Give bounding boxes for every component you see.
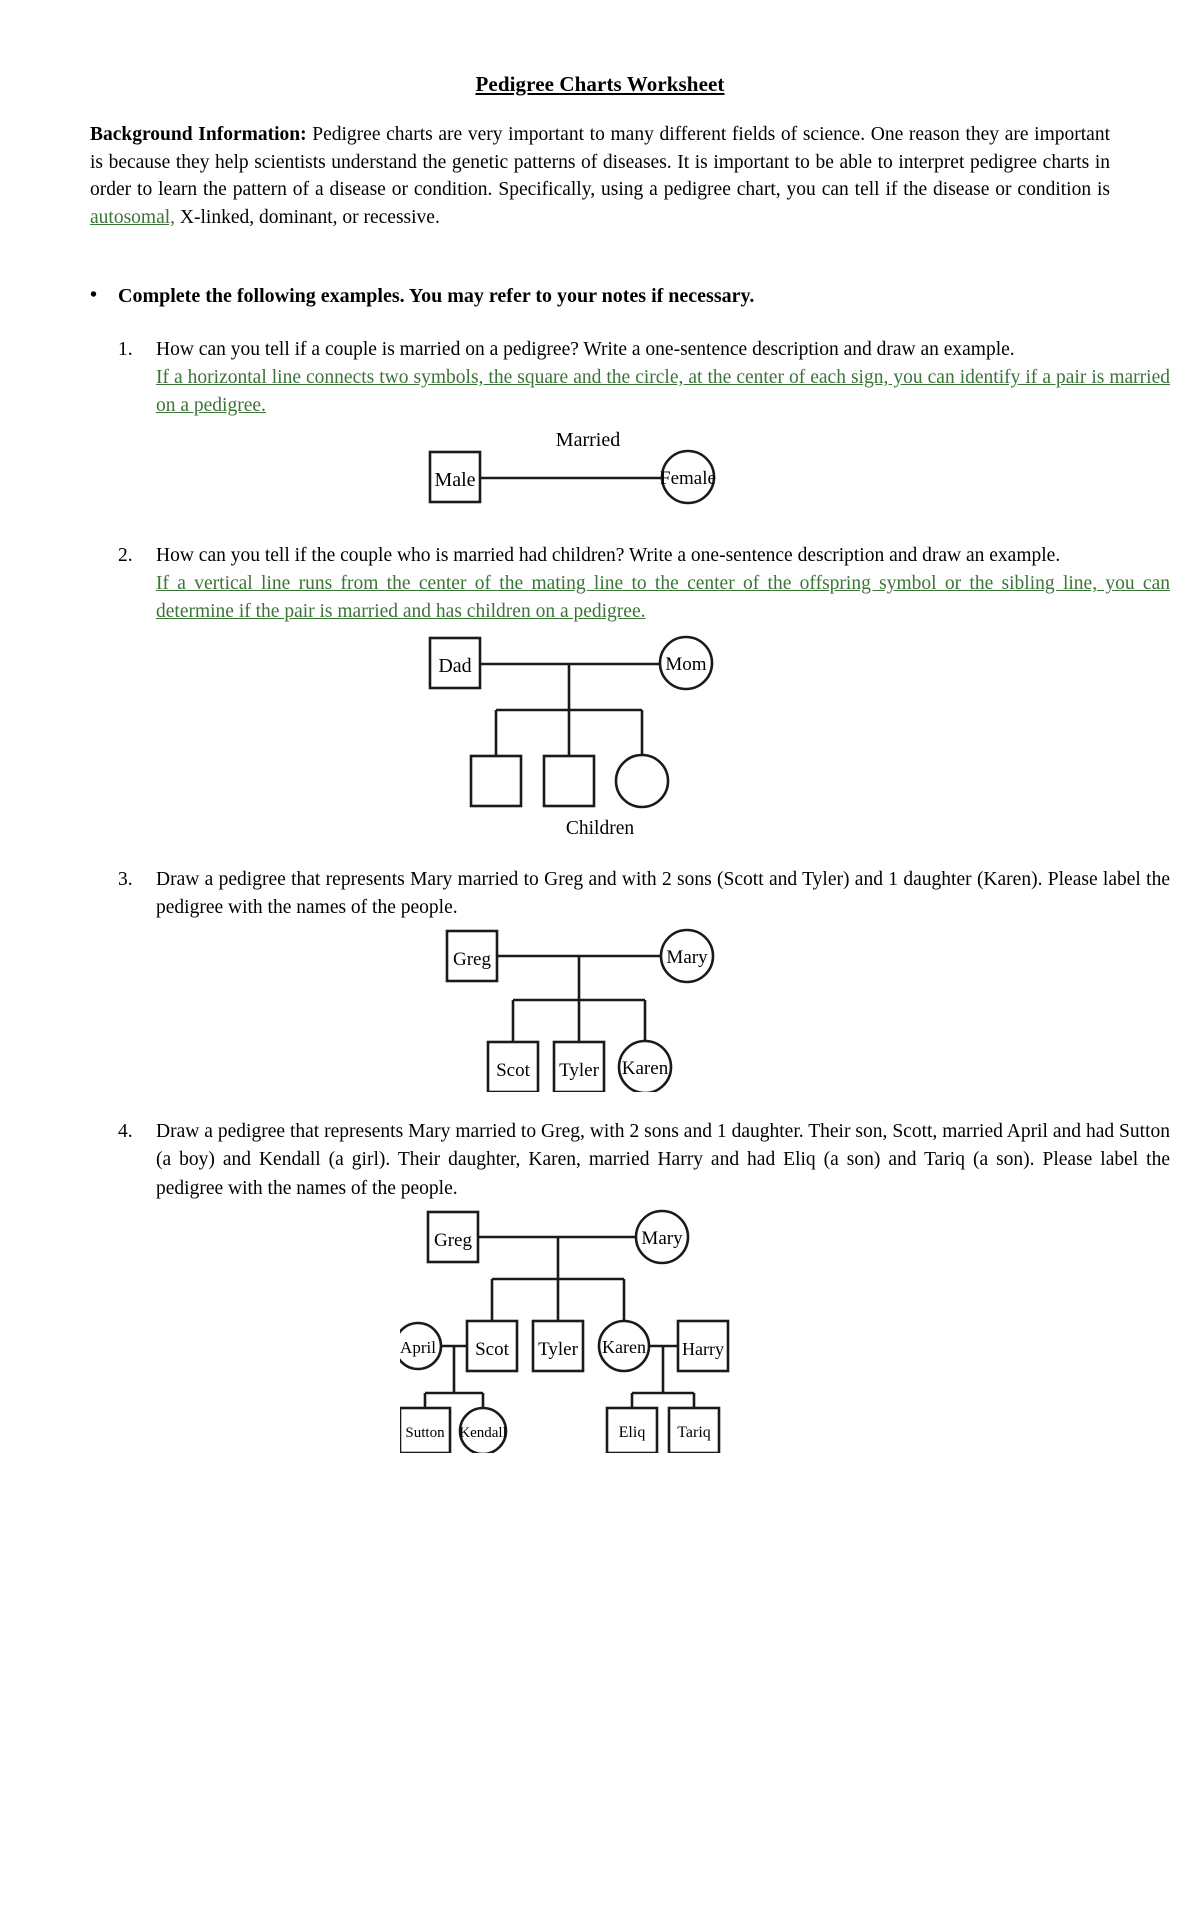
question-1: 1. How can you tell if a couple is marri… — [118, 336, 1170, 420]
pedigree-figure-1: Married Male Female — [428, 429, 716, 505]
autosomal-flagged-word: autosomal, — [90, 207, 176, 229]
figure-3-karen-label: Karen — [622, 1058, 669, 1079]
figure-4-wrapper: Greg Mary April Scot Tyler Karen Harry S… — [0, 1203, 1200, 1453]
figure-3-wrapper: Greg Mary Scot Tyler Karen — [0, 922, 1200, 1093]
figure-4-mary-label: Mary — [641, 1228, 683, 1249]
figure-3-greg-label: Greg — [453, 949, 491, 970]
figure-4-tariq-label: Tariq — [677, 1424, 711, 1441]
figure-3-scot-label: Scot — [496, 1060, 531, 1081]
figure-1-married-label: Married — [556, 429, 620, 451]
question-4: 4. Draw a pedigree that represents Mary … — [118, 1118, 1170, 1202]
question-3-prompt: Draw a pedigree that represents Mary mar… — [156, 869, 1170, 919]
question-2-number: 2. — [118, 544, 133, 566]
figure-4-harry-label: Harry — [682, 1339, 724, 1359]
pedigree-figure-2: Dad Mom — [428, 635, 714, 809]
figure-4-april-label: April — [400, 1338, 436, 1357]
question-3: 3. Draw a pedigree that represents Mary … — [118, 866, 1170, 922]
background-information-paragraph: Background Information: Pedigree charts … — [90, 121, 1110, 232]
figure-4-greg-label: Greg — [434, 1230, 472, 1251]
worksheet-page: Pedigree Charts Worksheet Background Inf… — [0, 72, 1200, 1907]
question-2-prompt: How can you tell if the couple who is ma… — [156, 544, 1061, 566]
figure-4-tyler-label: Tyler — [538, 1339, 578, 1360]
pedigree-figure-4: Greg Mary April Scot Tyler Karen Harry S… — [400, 1209, 730, 1453]
figure-1-female-label: Female — [660, 468, 716, 489]
figure-4-karen-label: Karen — [602, 1337, 646, 1357]
figure-3-tyler-label: Tyler — [559, 1060, 599, 1081]
figure-2-caption: Children — [565, 818, 635, 840]
instruction-bullet: • Complete the following examples. You ma… — [90, 282, 1200, 310]
figure-4-kendall-label: Kendall — [459, 1425, 506, 1441]
figure-4-eliq-label: Eliq — [619, 1424, 646, 1441]
figure-2-wrapper: Dad Mom Children — [0, 626, 1200, 840]
question-1-answer: If a horizontal line connects two symbol… — [156, 366, 1170, 416]
bullet-dot-icon: • — [90, 283, 98, 306]
figure-3-mary-label: Mary — [666, 947, 708, 968]
page-title: Pedigree Charts Worksheet — [475, 72, 725, 96]
figure-2-dad-label: Dad — [438, 655, 471, 677]
question-4-number: 4. — [118, 1121, 133, 1143]
background-label: Background Information: — [90, 124, 307, 145]
instruction-text: Complete the following examples. You may… — [118, 284, 755, 307]
question-3-number: 3. — [118, 869, 133, 891]
figure-2-child-square-2 — [542, 754, 596, 808]
question-4-prompt: Draw a pedigree that represents Mary mar… — [156, 1121, 1170, 1199]
question-1-prompt: How can you tell if a couple is married … — [156, 338, 1015, 360]
question-1-number: 1. — [118, 338, 133, 360]
figure-1-wrapper: Married Male Female — [0, 420, 1200, 516]
pedigree-figure-3: Greg Mary Scot Tyler Karen — [445, 929, 715, 1093]
question-2: 2. How can you tell if the couple who is… — [118, 542, 1170, 626]
figure-2-child-circle-3 — [614, 753, 670, 809]
figure-2-child-square-1 — [469, 754, 523, 808]
background-text-part2: X-linked, dominant, or recessive. — [175, 207, 440, 229]
question-2-answer: If a vertical line runs from the center … — [156, 573, 1170, 623]
figure-2-mom-label: Mom — [665, 654, 706, 675]
figure-4-scot-label: Scot — [475, 1339, 510, 1360]
figure-1-male-label: Male — [434, 469, 475, 491]
figure-4-sutton-label: Sutton — [405, 1425, 445, 1441]
